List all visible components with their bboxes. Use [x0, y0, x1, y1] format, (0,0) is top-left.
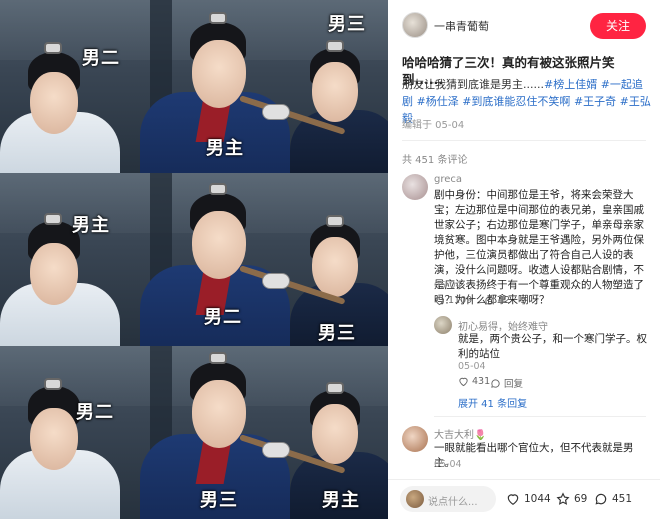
commenter-avatar[interactable]	[402, 174, 428, 200]
comment-date: 05-04	[434, 280, 462, 291]
image-panel-3: 男二 男三 男主	[0, 346, 388, 519]
heart-icon	[435, 296, 444, 306]
reply-label: 回复	[504, 379, 524, 390]
star-total: 69	[574, 493, 588, 505]
comment-text: 就是，两个贵公子，和一个寒门学子。权利的站位	[458, 333, 647, 360]
post-body-text: 朋友让我猜到底谁是男主......	[402, 78, 544, 91]
like-count: 431	[472, 376, 491, 387]
user-avatar	[406, 490, 424, 508]
bottom-action-bar: 说点什么... 1044 69 451	[388, 479, 660, 519]
like-count: 1109	[448, 295, 473, 306]
author-avatar[interactable]	[402, 12, 428, 38]
comment-like-button[interactable]: 431	[458, 376, 490, 387]
comment-placeholder: 说点什么...	[428, 497, 478, 508]
star-icon	[556, 492, 570, 505]
collect-button[interactable]: 69	[556, 492, 587, 506]
label-left: 男二	[76, 402, 114, 423]
heart-icon	[507, 494, 519, 505]
comment-text: 剧中身份：中间那位是王爷，将来会荣登大宝；左边那位是中间那位的表兄弟，皇亲国戚世…	[434, 189, 644, 306]
image-panel-2: 男主 男二 男三	[0, 173, 388, 346]
post-header: 一串青葡萄 关注	[388, 0, 660, 48]
expand-replies-link[interactable]: 展开 41 条回复	[458, 395, 527, 410]
like-button[interactable]: 1044	[506, 492, 551, 506]
label-left: 男二	[82, 48, 120, 69]
hashtag-link[interactable]: #榜上佳婿	[544, 78, 597, 91]
label-left: 男主	[72, 215, 110, 236]
commenter-avatar[interactable]	[434, 316, 452, 334]
commenter-name[interactable]: 大吉大利🌷	[434, 426, 486, 441]
hashtag-link[interactable]: #到底谁能忍住不笑啊	[462, 95, 570, 108]
divider	[434, 416, 646, 417]
hashtag-link[interactable]: #王子奇	[574, 95, 616, 108]
comment-count: 共 451 条评论	[402, 155, 468, 166]
comment-button[interactable]: 451	[594, 492, 632, 506]
label-right: 男三	[328, 14, 366, 35]
follow-button[interactable]: 关注	[590, 13, 646, 39]
commenter-name[interactable]: greca	[434, 174, 462, 185]
label-center: 男三	[200, 490, 238, 511]
chat-bubble-icon	[595, 493, 607, 505]
label-right: 男主	[322, 490, 360, 511]
label-center: 男主	[206, 138, 244, 159]
commenter-name[interactable]: 初心易得，始终难守	[458, 318, 548, 333]
heart-icon	[459, 377, 468, 387]
hashtag-link[interactable]: #杨仕泽	[417, 95, 459, 108]
comment-text: 一眼就能看出哪个官位大，但不代表就是男主。	[434, 442, 634, 469]
post-detail-panel: 一串青葡萄 关注 哈哈哈猜了三次！真的有被这张照片笑到...... 朋友让我猜到…	[388, 0, 660, 519]
comment-input[interactable]: 说点什么...	[400, 486, 496, 512]
comment-date: 05-04	[458, 361, 486, 372]
post-image[interactable]: 男二 男主 男三 男主 男二 男三 男二 男三 男主	[0, 0, 388, 519]
chat-bubble-icon	[485, 296, 494, 305]
chat-bubble-icon	[491, 378, 500, 388]
reply-count: 42	[498, 295, 511, 306]
image-panel-1: 男二 男主 男三	[0, 0, 388, 173]
comment-total: 451	[612, 493, 633, 505]
label-right: 男三	[318, 323, 356, 344]
comment-like-button[interactable]: 1109	[434, 295, 472, 306]
comment-date: 05-04	[434, 459, 462, 470]
author-name[interactable]: 一串青葡萄	[434, 18, 489, 34]
edited-date: 编辑于 05-04	[402, 120, 465, 131]
divider	[402, 140, 646, 141]
comment-reply-button[interactable]: 42	[484, 295, 510, 306]
like-total: 1044	[524, 493, 551, 505]
commenter-avatar[interactable]	[402, 426, 428, 452]
comment-reply-button[interactable]: 回复	[490, 376, 523, 390]
label-center: 男二	[204, 307, 242, 328]
